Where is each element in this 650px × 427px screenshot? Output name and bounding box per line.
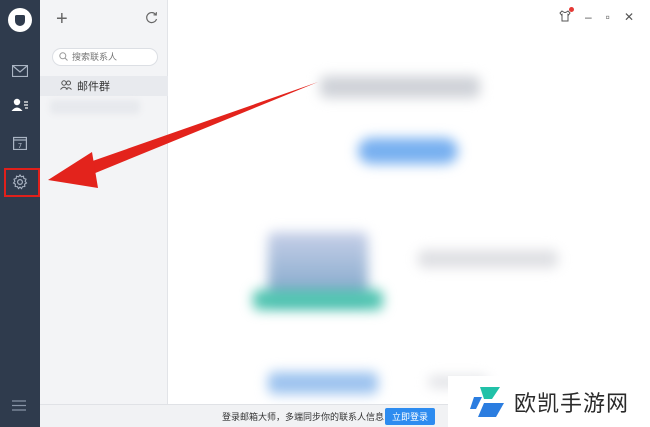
svg-text:7: 7 xyxy=(18,142,22,150)
watermark-logo-icon xyxy=(470,386,504,417)
group-label: 邮件群 xyxy=(77,81,110,93)
login-prompt-text: 登录邮箱大师，多端同步你的联系人信息 xyxy=(222,412,385,422)
blurred-text xyxy=(418,250,558,268)
watermark: 欧凯手游网 xyxy=(448,376,650,427)
contacts-panel: + 邮件群 xyxy=(40,0,168,404)
main-content: – ▫ ✕ xyxy=(168,0,650,404)
blurred-button xyxy=(358,138,458,164)
blurred-illustration-base xyxy=(253,290,383,310)
blurred-illustration-2 xyxy=(268,372,378,394)
search-input[interactable] xyxy=(72,52,152,62)
login-button[interactable]: 立即登录 xyxy=(385,408,435,425)
app-sidebar: 7 xyxy=(0,0,40,427)
logo-icon[interactable] xyxy=(8,8,32,32)
close-icon[interactable]: ✕ xyxy=(624,11,634,23)
shirt-icon[interactable] xyxy=(559,7,574,24)
maximize-icon[interactable]: ▫ xyxy=(606,11,610,23)
menu-icon[interactable] xyxy=(12,398,26,416)
contacts-icon[interactable] xyxy=(0,90,40,120)
search-icon xyxy=(59,48,68,66)
plus-icon[interactable]: + xyxy=(56,9,68,29)
settings-highlight-box xyxy=(4,168,40,197)
calendar-icon[interactable]: 7 xyxy=(0,128,40,158)
watermark-text: 欧凯手游网 xyxy=(514,391,630,417)
minimize-icon[interactable]: – xyxy=(585,11,592,23)
group-icon xyxy=(60,77,72,95)
blurred-contact xyxy=(50,100,140,114)
search-box xyxy=(52,48,158,66)
blurred-heading xyxy=(320,76,480,98)
group-item[interactable]: 邮件群 xyxy=(40,76,168,96)
mail-icon[interactable] xyxy=(0,56,40,86)
refresh-icon[interactable] xyxy=(145,11,158,29)
